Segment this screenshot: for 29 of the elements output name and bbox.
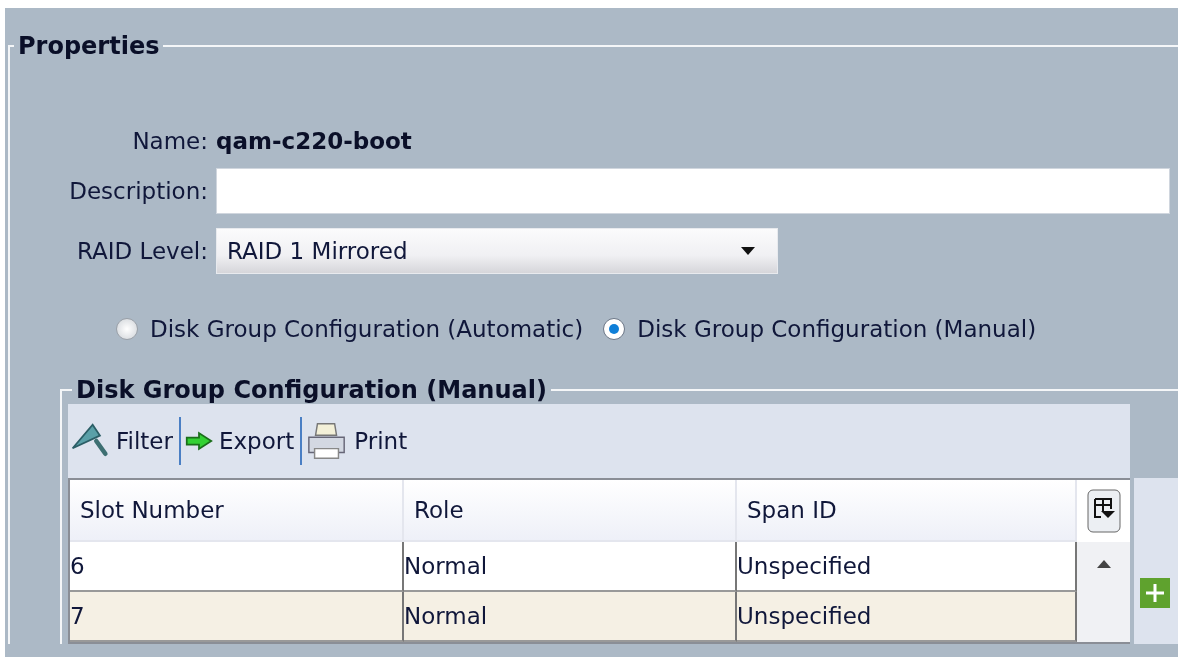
table-cell: 7 [70,592,404,642]
add-icon[interactable] [1140,578,1170,608]
toolbar-button[interactable]: Export [184,428,301,454]
column-header[interactable]: Role [404,480,737,542]
radio-option[interactable]: Disk Group Configuration (Automatic) [116,316,584,342]
column-header[interactable]: Span ID [737,480,1077,542]
table-cell: Unspecified [737,542,1077,592]
field-label: Name: [131,128,208,154]
column-chooser-icon[interactable] [1086,489,1121,533]
scroll-up-icon[interactable] [1096,560,1111,568]
toolbar-button[interactable]: Print [306,420,414,462]
table-cell: Unspecified [737,592,1077,642]
table-cell: 6 [70,542,404,592]
column-header[interactable]: Slot Number [70,480,404,542]
table-cell: Normal [404,592,737,642]
radio-option[interactable]: Disk Group Configuration (Manual) [603,316,1037,342]
table-cell: Normal [404,542,737,592]
section-title: Disk Group Configuration (Manual) [75,376,548,404]
description-field[interactable] [216,168,1170,214]
field-label: RAID Level: [75,238,208,264]
toolbar-button[interactable]: Filter [68,421,179,461]
arrow-icon [184,431,213,451]
field-label: Description: [68,178,208,204]
radio-button[interactable] [603,318,626,340]
section-title: Properties [17,32,161,60]
name-value: qam-c220-boot [216,128,413,154]
radio-button[interactable] [116,318,138,340]
raid-level-dropdown[interactable]: RAID 1 Mirrored [216,228,778,274]
caret-icon [741,247,755,255]
